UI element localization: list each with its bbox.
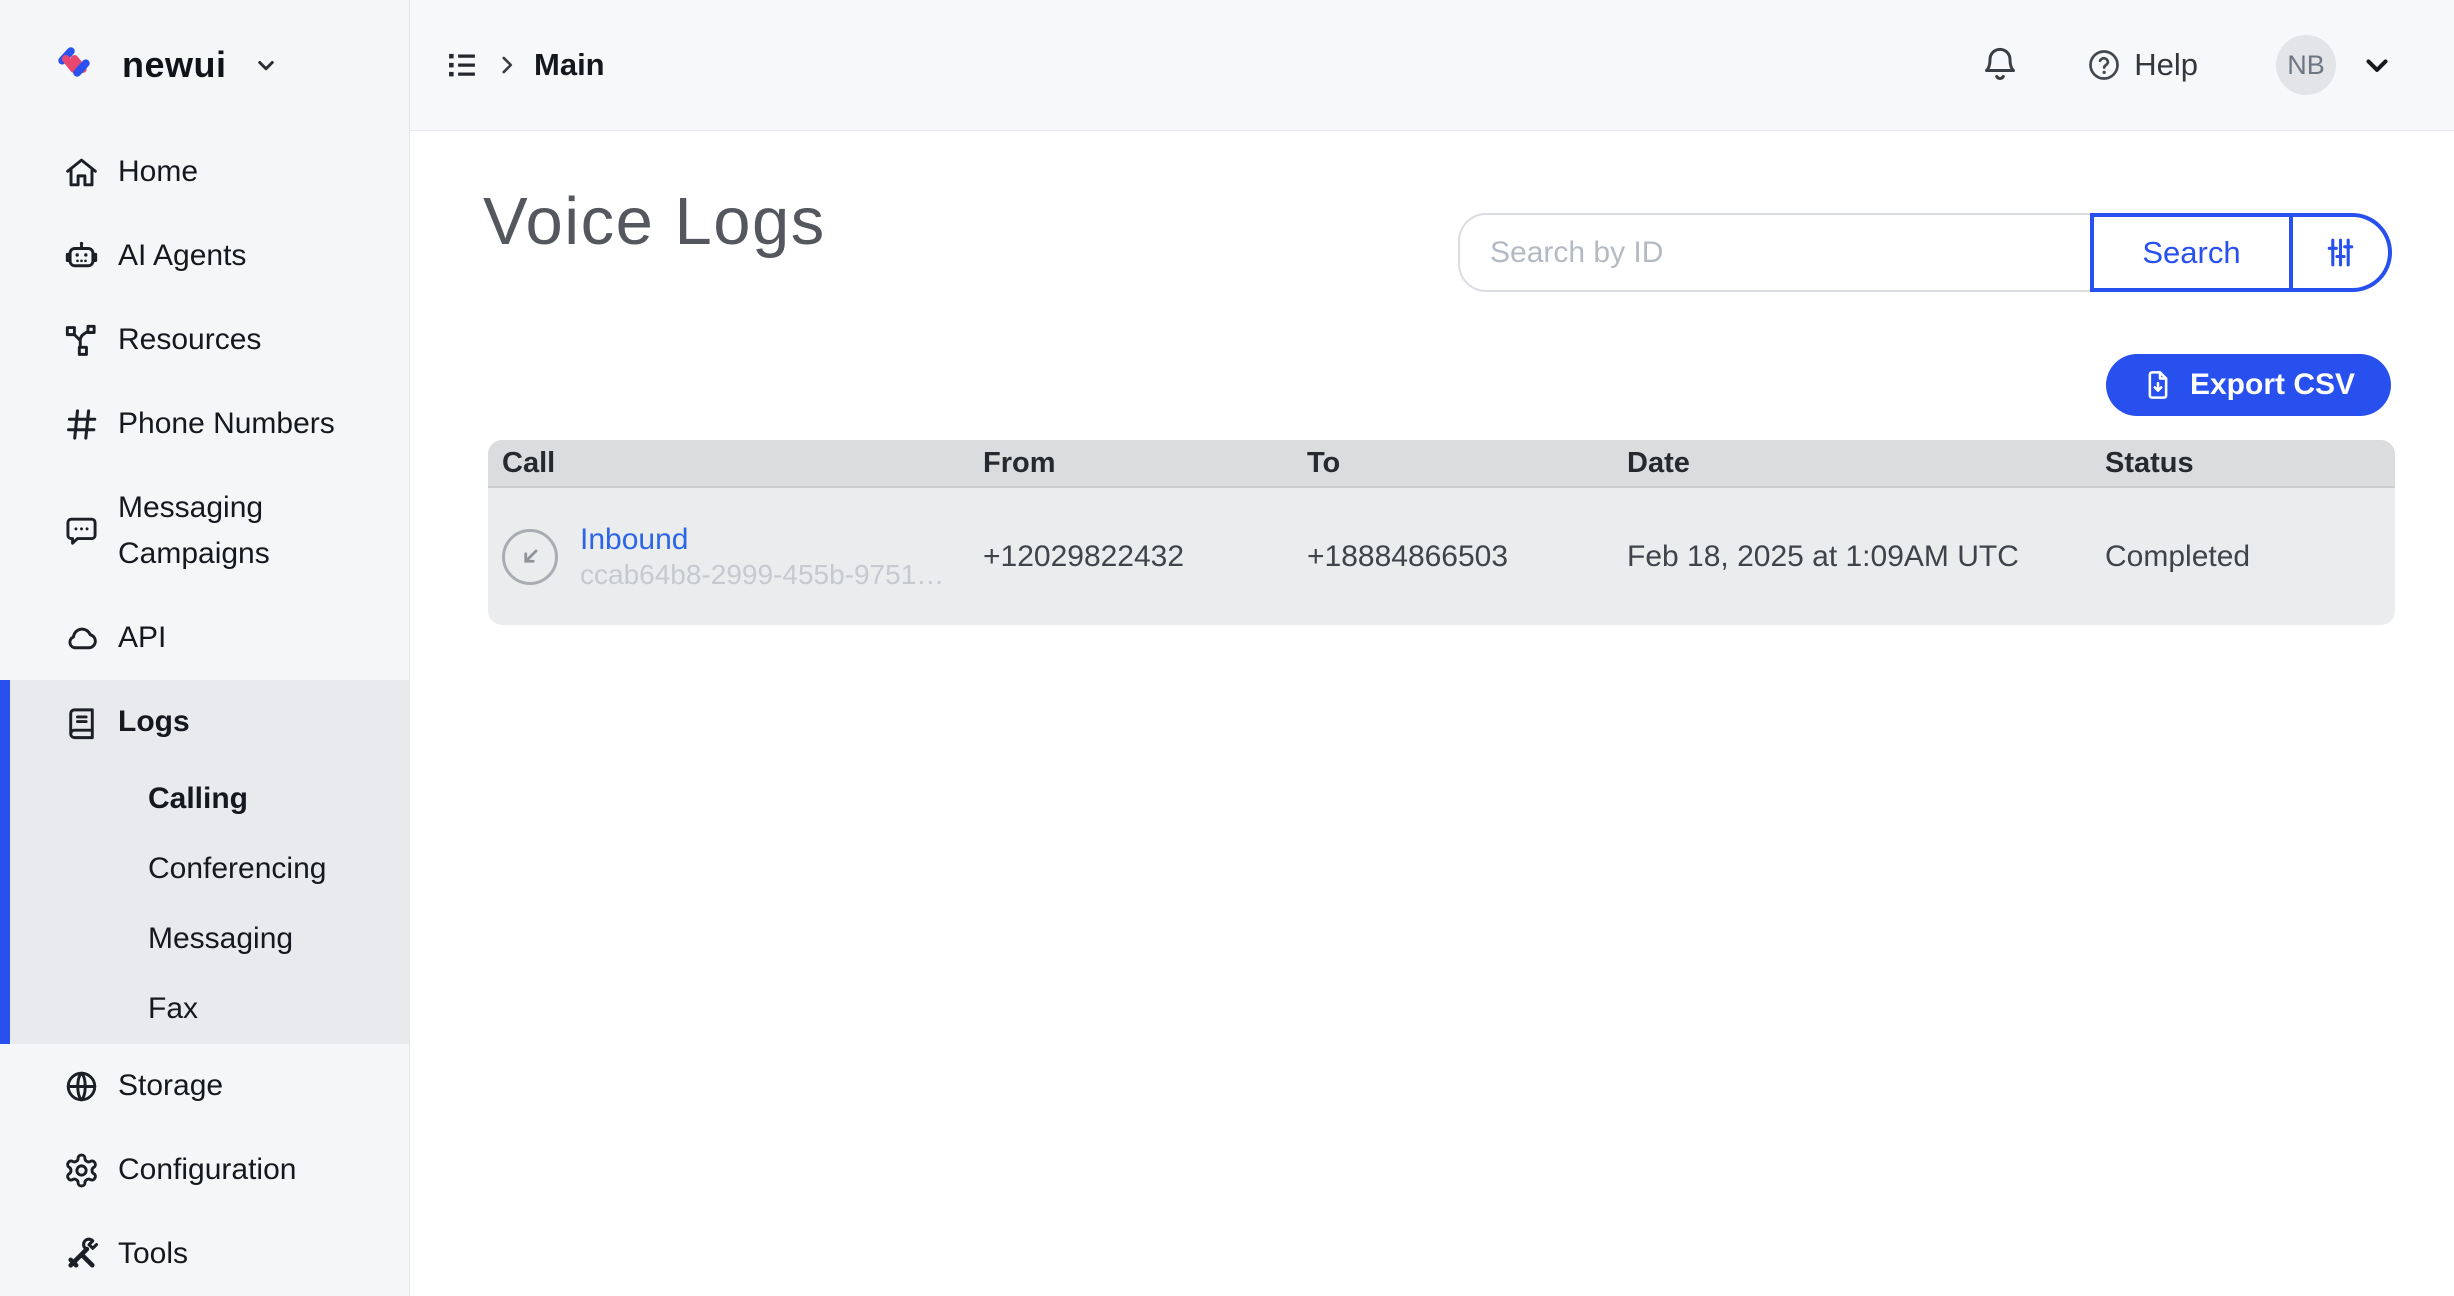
cloud-icon [63, 620, 100, 657]
sidebar-item-configuration[interactable]: Configuration [0, 1128, 409, 1212]
book-icon [63, 704, 100, 741]
call-id: ccab64b8-2999-455b-9751… [580, 559, 944, 591]
call-direction-link[interactable]: Inbound [580, 523, 944, 557]
to-cell: +18884866503 [1307, 540, 1627, 574]
filter-button[interactable] [2293, 213, 2392, 292]
sidebar-item-label: Configuration [118, 1153, 296, 1187]
status-cell: Completed [2105, 540, 2395, 574]
search-group: Search [1458, 213, 2392, 292]
sidebar-subitem-label: Messaging [148, 922, 293, 956]
search-button[interactable]: Search [2090, 213, 2293, 292]
sidebar-group-logs: Logs Calling Conferencing Messaging Fax [0, 680, 409, 1044]
sidebar-subitem-fax[interactable]: Fax [0, 974, 409, 1044]
call-cell: Inbound ccab64b8-2999-455b-9751… [502, 523, 983, 591]
chevron-right-icon [494, 52, 520, 78]
sidebar-item-label: Resources [118, 323, 261, 357]
date-cell: Feb 18, 2025 at 1:09AM UTC [1627, 540, 2105, 574]
chevron-down-icon[interactable] [2360, 48, 2394, 82]
sidebar-item-label: Messaging Campaigns [118, 485, 328, 578]
tools-icon [63, 1236, 100, 1273]
sidebar-item-label: Tools [118, 1237, 188, 1271]
sidebar-item-ai-agents[interactable]: AI Agents [0, 214, 409, 298]
gear-icon [63, 1152, 100, 1189]
table-header: Call From To Date Status [488, 440, 2395, 488]
sidebar-subitem-calling[interactable]: Calling [0, 764, 409, 834]
sidebar-item-api[interactable]: API [0, 596, 409, 680]
sidebar-item-messaging-campaigns[interactable]: Messaging Campaigns [0, 466, 409, 596]
list-icon[interactable] [444, 47, 480, 83]
from-cell: +12029822432 [983, 540, 1307, 574]
brand-menu[interactable]: newui [0, 0, 409, 130]
column-header-call: Call [502, 447, 983, 480]
sidebar-subitem-label: Fax [148, 992, 198, 1026]
main-content: Voice Logs Search Export CSV Call F [410, 131, 2454, 1296]
sidebar-subitem-conferencing[interactable]: Conferencing [0, 834, 409, 904]
sidebar-item-resources[interactable]: Resources [0, 298, 409, 382]
globe-icon [63, 1068, 100, 1105]
search-input[interactable] [1458, 213, 2090, 292]
sidebar-item-label: Phone Numbers [118, 407, 335, 441]
voice-logs-table: Call From To Date Status Inbound [488, 440, 2395, 625]
sliders-icon [2322, 234, 2359, 271]
sidebar-item-label: API [118, 621, 166, 655]
sidebar-item-label: Storage [118, 1069, 223, 1103]
export-csv-button[interactable]: Export CSV [2106, 354, 2391, 416]
column-header-to: To [1307, 447, 1627, 480]
help-button[interactable]: Help [2086, 47, 2198, 83]
avatar-initials: NB [2287, 50, 2325, 81]
sidebar-item-label: AI Agents [118, 239, 246, 273]
inbound-arrow-icon [502, 529, 558, 585]
sidebar-subitem-label: Calling [148, 782, 248, 816]
robot-icon [63, 238, 100, 275]
message-icon [63, 513, 100, 550]
sidebar-item-storage[interactable]: Storage [0, 1044, 409, 1128]
hash-icon [63, 406, 100, 443]
sidebar: newui Home [0, 0, 410, 1296]
home-icon [63, 154, 100, 191]
export-csv-label: Export CSV [2190, 368, 2355, 402]
file-download-icon [2142, 369, 2174, 401]
app-root: newui Home [0, 0, 2454, 1296]
call-meta: Inbound ccab64b8-2999-455b-9751… [580, 523, 944, 591]
help-icon [2086, 47, 2122, 83]
bell-icon[interactable] [1980, 45, 2020, 85]
chevron-down-icon [251, 50, 281, 80]
avatar[interactable]: NB [2276, 35, 2336, 95]
sidebar-item-home[interactable]: Home [0, 130, 409, 214]
sidebar-item-label: Logs [118, 705, 190, 739]
sidebar-nav: Home AI Agents [0, 130, 409, 1296]
sidebar-item-label: Home [118, 155, 198, 189]
sidebar-item-tools[interactable]: Tools [0, 1212, 409, 1296]
help-label: Help [2134, 47, 2198, 83]
active-section-indicator [0, 680, 10, 1044]
network-icon [63, 322, 100, 359]
table-row[interactable]: Inbound ccab64b8-2999-455b-9751… +120298… [488, 488, 2395, 625]
breadcrumb-current[interactable]: Main [534, 47, 605, 83]
breadcrumb: Main [444, 47, 605, 83]
sidebar-item-phone-numbers[interactable]: Phone Numbers [0, 382, 409, 466]
sidebar-subitem-label: Conferencing [148, 852, 326, 886]
topbar-actions: Help NB [1980, 35, 2394, 95]
column-header-status: Status [2105, 447, 2395, 480]
sidebar-item-logs[interactable]: Logs [0, 680, 409, 764]
column-header-date: Date [1627, 447, 2105, 480]
page-title: Voice Logs [483, 183, 826, 260]
brand-name: newui [122, 44, 227, 86]
column-header-from: From [983, 447, 1307, 480]
sidebar-subitem-messaging[interactable]: Messaging [0, 904, 409, 974]
brand-logo-icon [52, 39, 104, 91]
topbar: Main Help NB [410, 0, 2454, 131]
